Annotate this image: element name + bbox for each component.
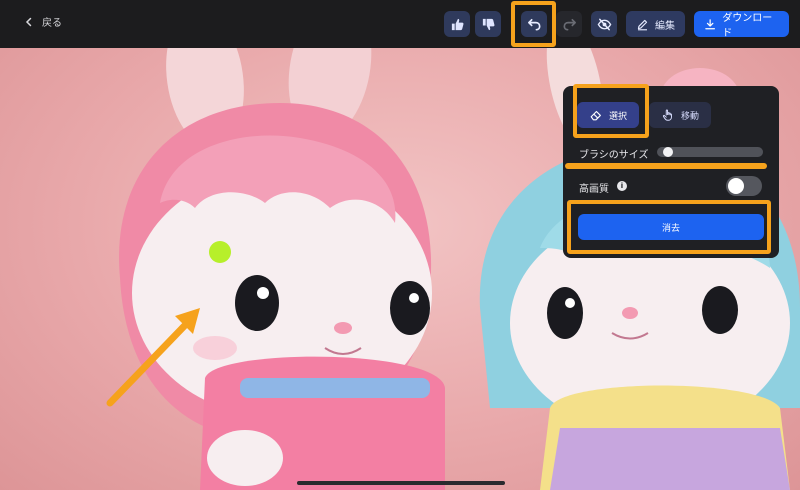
high-quality-label: 高画質 — [579, 184, 609, 195]
brush-size-knob[interactable] — [662, 147, 673, 157]
undo-highlight-box — [511, 1, 556, 47]
move-mode-label: 移動 — [680, 111, 699, 122]
chevron-left-icon — [25, 17, 32, 26]
select-highlight-box — [573, 84, 649, 138]
brush-dot — [209, 241, 231, 263]
back-label: 戻る — [42, 18, 62, 29]
download-button[interactable]: ダウンロード — [694, 11, 789, 39]
move-mode-button[interactable]: 移動 — [649, 102, 711, 128]
download-label: ダウンロード — [722, 13, 773, 39]
brush-size-slider[interactable] — [657, 147, 763, 157]
hand-pointer-icon — [662, 109, 672, 121]
redo-icon — [562, 18, 576, 30]
info-icon[interactable]: i — [617, 181, 627, 191]
thumbs-down-icon — [482, 18, 494, 30]
home-indicator — [297, 481, 505, 485]
edit-label: 編集 — [655, 20, 675, 32]
download-icon — [705, 18, 715, 29]
thumbs-up-button[interactable] — [444, 11, 470, 37]
toggle-knob — [728, 178, 744, 194]
eye-off-icon — [597, 18, 611, 30]
back-button[interactable]: 戻る — [24, 14, 62, 29]
edit-button[interactable]: 編集 — [626, 11, 685, 37]
hide-mask-button[interactable] — [591, 11, 617, 37]
thumbs-down-button[interactable] — [475, 11, 501, 37]
pencil-icon — [637, 19, 648, 30]
redo-button[interactable] — [556, 11, 582, 37]
erase-highlight-box — [567, 200, 771, 254]
top-toolbar: 戻る 編集 ダウンロード — [0, 0, 800, 48]
brush-size-label: ブラシのサイズ — [579, 150, 649, 161]
high-quality-toggle[interactable] — [726, 176, 762, 196]
thumbs-up-icon — [451, 18, 463, 30]
brush-size-underline — [565, 163, 767, 169]
